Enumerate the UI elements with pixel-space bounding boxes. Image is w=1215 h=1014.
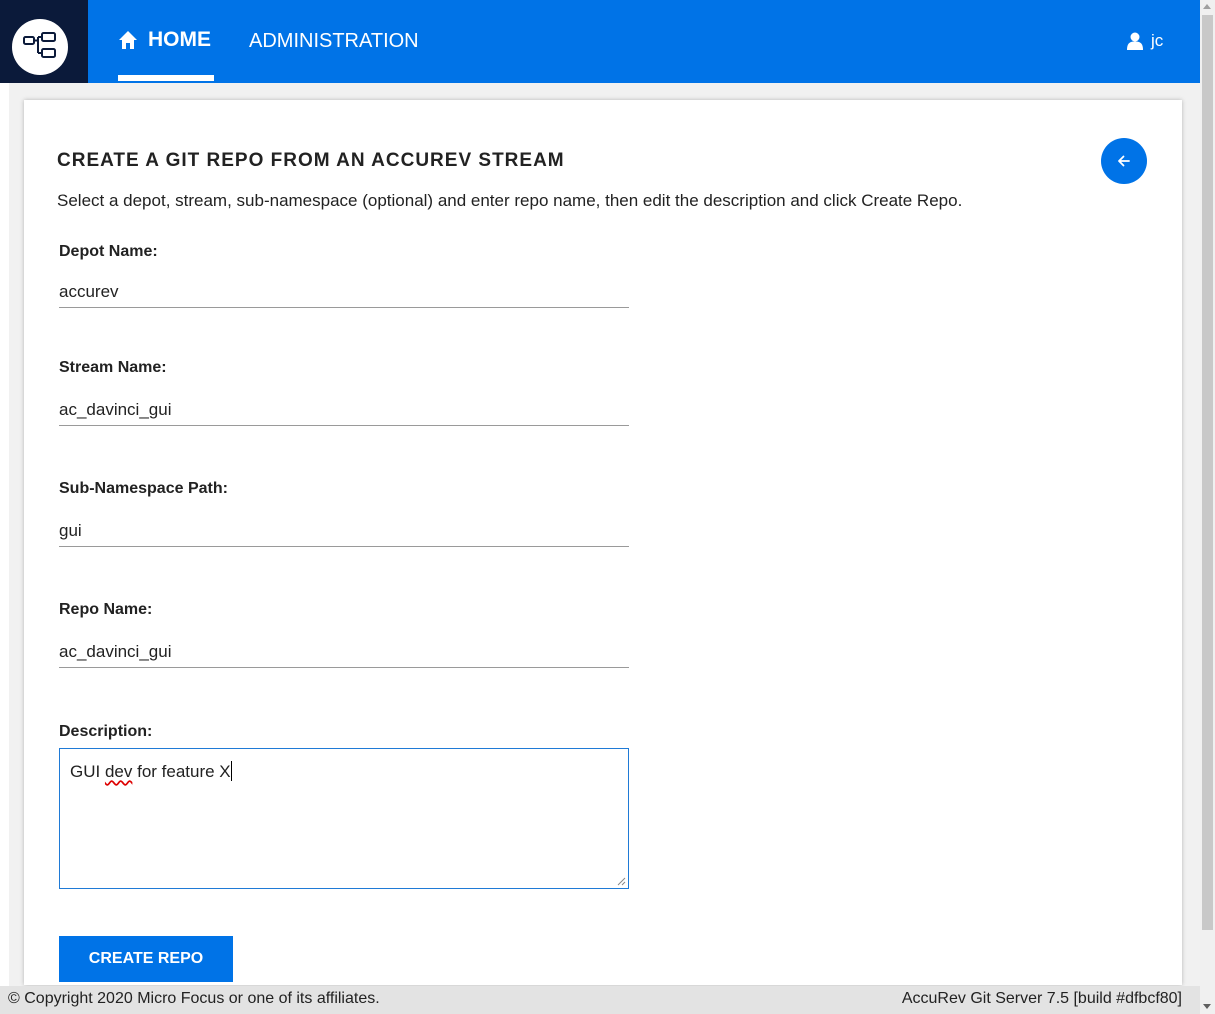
back-button[interactable] <box>1101 138 1147 184</box>
scroll-down-arrow-icon[interactable] <box>1203 1004 1211 1009</box>
sub-namespace-field[interactable] <box>59 516 629 547</box>
description-misspelled-word: dev <box>104 762 133 781</box>
repo-name-field[interactable] <box>59 637 629 668</box>
stream-name-field[interactable] <box>59 395 629 426</box>
footer: © Copyright 2020 Micro Focus or one of i… <box>0 986 1200 1014</box>
active-tab-indicator <box>118 75 214 81</box>
text-caret <box>230 761 232 781</box>
nav-home[interactable]: HOME <box>118 28 214 81</box>
top-nav-bar: HOME ADMINISTRATION jc <box>0 0 1200 83</box>
repo-name-label: Repo Name: <box>59 601 153 618</box>
copyright-text: © Copyright 2020 Micro Focus or one of i… <box>8 990 380 1007</box>
description-text-start: GUI <box>70 762 105 781</box>
depot-name-field[interactable] <box>59 277 629 308</box>
scroll-thumb[interactable] <box>1202 15 1213 930</box>
resize-grip-icon[interactable] <box>616 876 626 886</box>
page-title: CREATE A GIT REPO FROM AN ACCUREV STREAM <box>57 150 565 171</box>
user-menu[interactable]: jc <box>1127 31 1163 51</box>
depot-name-label: Depot Name: <box>59 243 158 260</box>
description-text-end: for feature X <box>132 762 231 781</box>
description-textarea[interactable]: GUI dev for feature X <box>59 748 629 889</box>
create-repo-button[interactable]: CREATE REPO <box>59 936 233 982</box>
description-label: Description: <box>59 723 153 740</box>
logo-block <box>0 0 88 83</box>
repo-tree-icon[interactable] <box>12 19 68 75</box>
user-icon <box>1127 32 1143 50</box>
home-icon <box>119 31 137 49</box>
nav-administration[interactable]: ADMINISTRATION <box>249 30 419 53</box>
arrow-left-icon <box>1118 155 1130 167</box>
user-name: jc <box>1151 31 1164 50</box>
version-text: AccuRev Git Server 7.5 [build #dfbcf80] <box>901 990 1182 1007</box>
scroll-up-arrow-icon[interactable] <box>1203 4 1211 9</box>
stream-name-label: Stream Name: <box>59 359 167 376</box>
sub-namespace-label: Sub-Namespace Path: <box>59 480 228 497</box>
vertical-scrollbar[interactable] <box>1200 0 1215 1014</box>
nav-home-label: HOME <box>148 28 211 51</box>
page-instructions: Select a depot, stream, sub-namespace (o… <box>57 191 963 210</box>
